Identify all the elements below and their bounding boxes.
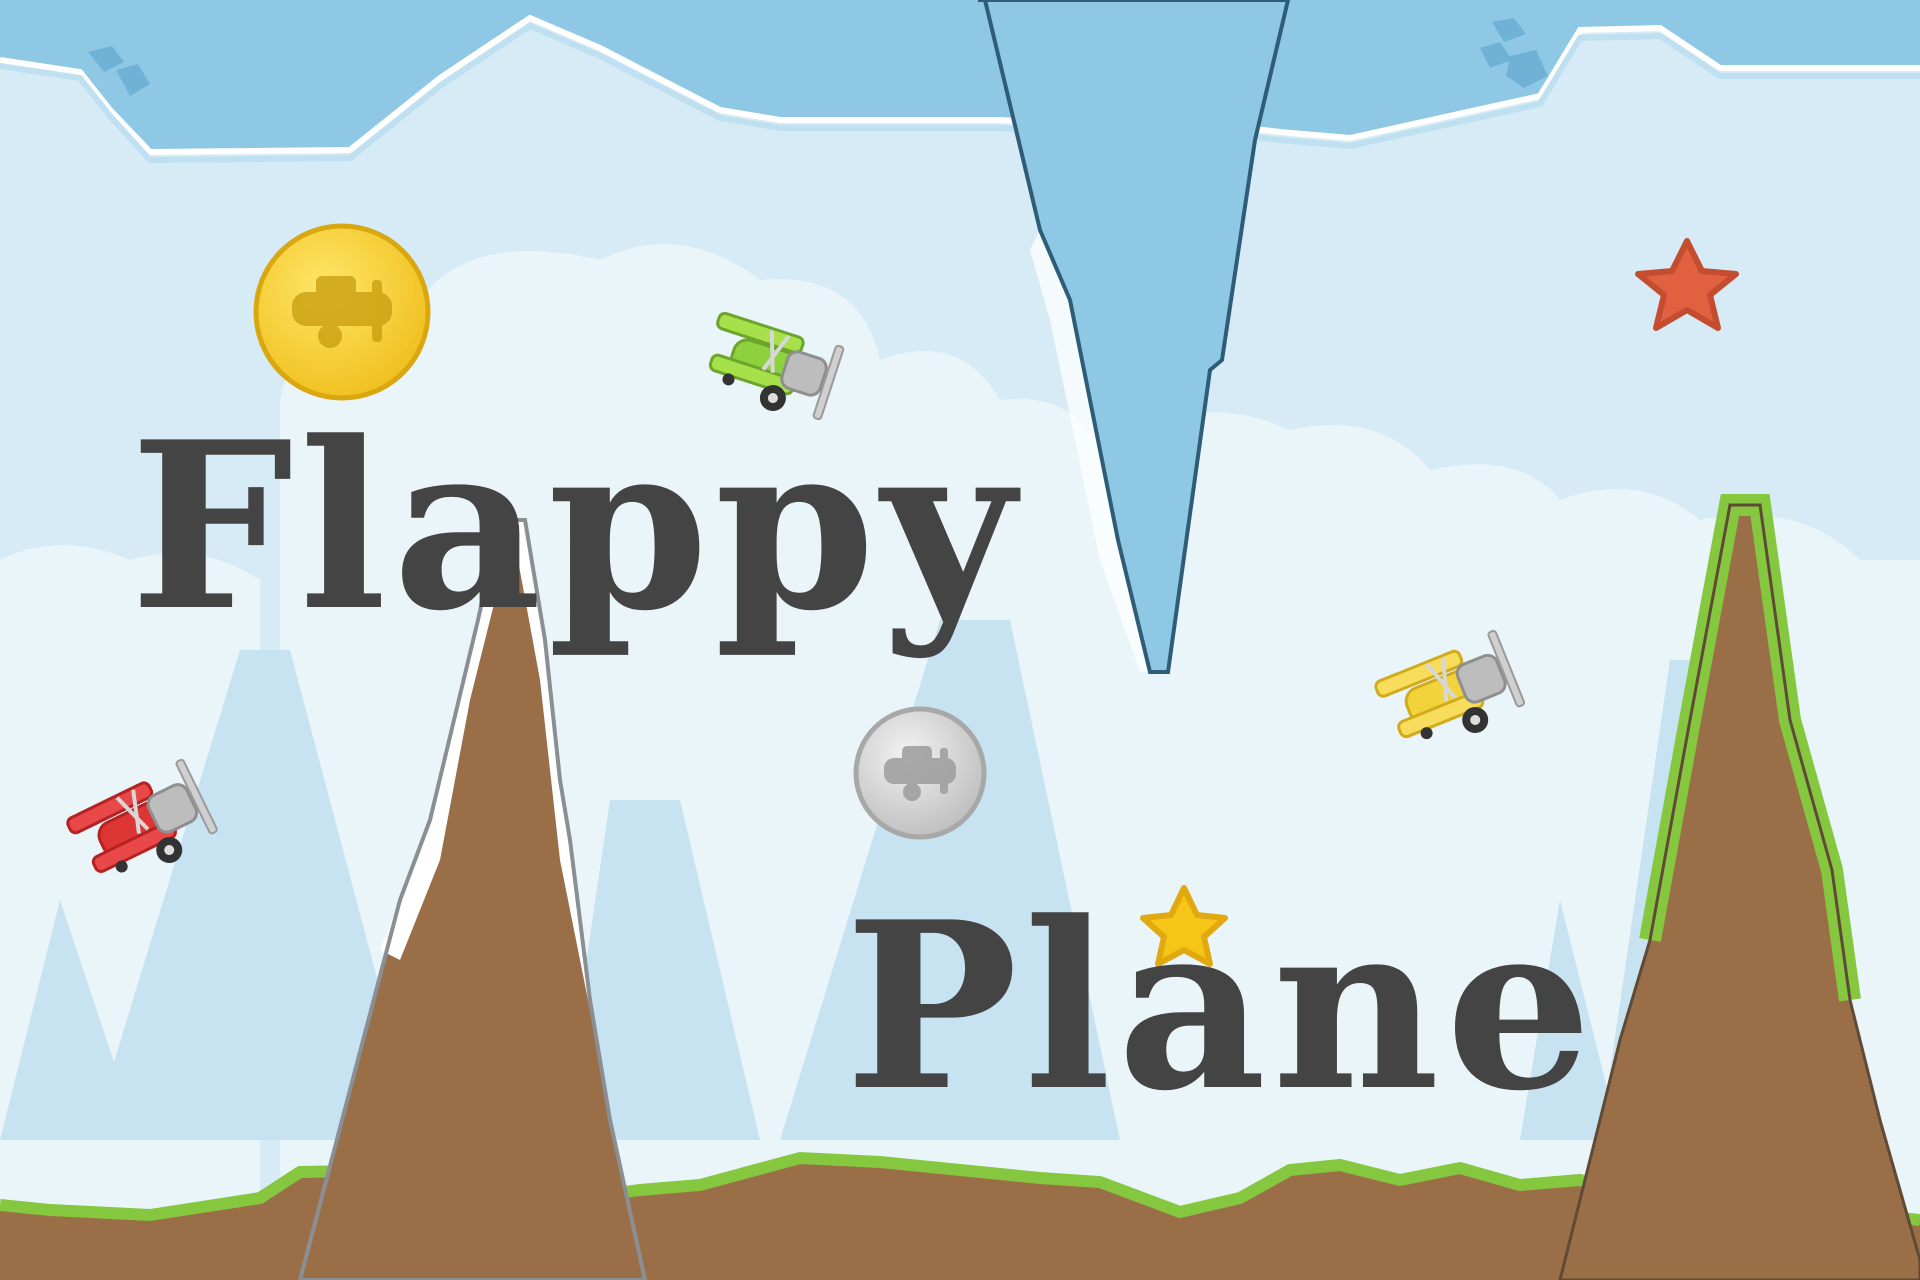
game-title-line-1: Flappy: [130, 392, 1021, 662]
silver-coin-icon: [853, 706, 987, 840]
gold-coin-icon: [253, 223, 431, 401]
game-title-line-2: Plane: [845, 872, 1598, 1142]
game-screen[interactable]: Flappy Plane: [0, 0, 1920, 1280]
